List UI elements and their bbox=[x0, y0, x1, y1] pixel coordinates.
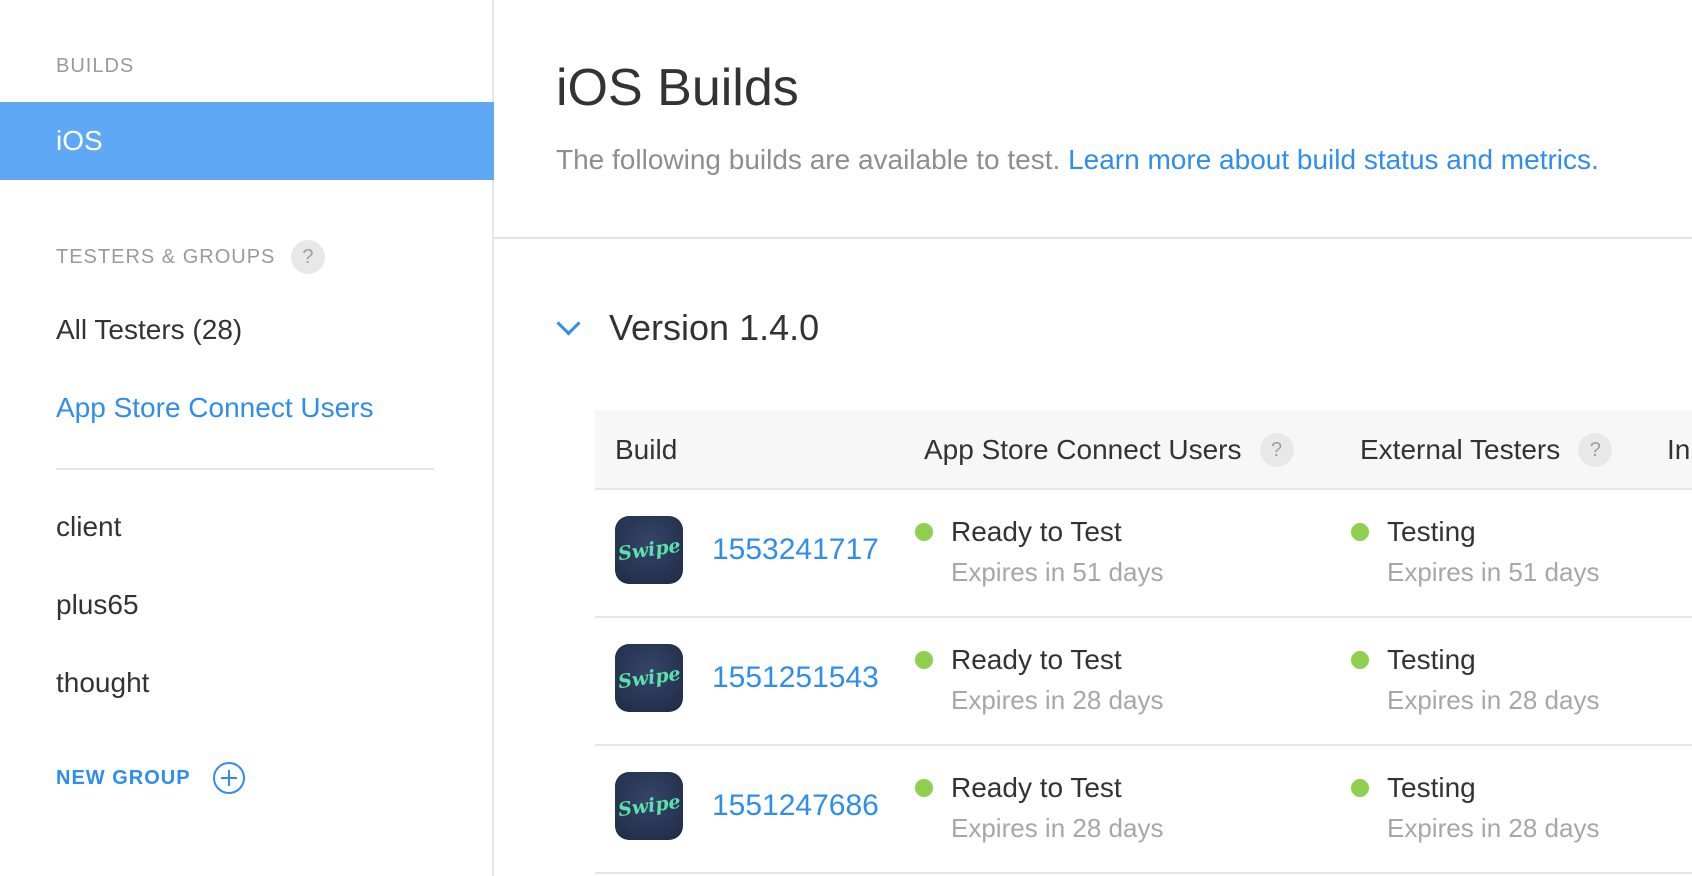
external-status: Testing Expires in 28 days bbox=[1351, 768, 1599, 848]
status-dot-icon bbox=[915, 779, 933, 797]
help-icon[interactable]: ? bbox=[1578, 433, 1613, 467]
table-row: Swipe 1551247686 Ready to Test Expires i… bbox=[595, 746, 1692, 874]
new-group-label: NEW GROUP bbox=[56, 766, 191, 789]
app-icon-text: Swipe bbox=[616, 790, 682, 822]
app-icon: Swipe bbox=[615, 772, 683, 840]
plus-circle-icon bbox=[212, 762, 245, 794]
app-icon: Swipe bbox=[615, 516, 683, 584]
column-header-external-testers: External Testers ? bbox=[1360, 410, 1613, 490]
external-status: Testing Expires in 28 days bbox=[1351, 640, 1599, 720]
subtitle-text: The following builds are available to te… bbox=[556, 144, 1069, 175]
internal-status: Ready to Test Expires in 28 days bbox=[915, 640, 1163, 720]
testers-groups-section: TESTERS & GROUPS ? bbox=[56, 240, 326, 274]
status-dot-icon bbox=[1351, 779, 1369, 797]
chevron-down-icon bbox=[556, 310, 581, 336]
status-dot-icon bbox=[915, 523, 933, 541]
column-header-external-label: External Testers bbox=[1360, 434, 1561, 465]
testers-groups-label: TESTERS & GROUPS bbox=[56, 246, 276, 268]
sidebar-item-group[interactable]: client bbox=[56, 509, 121, 545]
sidebar-item-group[interactable]: thought bbox=[56, 665, 149, 701]
status-dot-icon bbox=[1351, 523, 1369, 541]
status-text: Testing bbox=[1387, 772, 1476, 803]
status-text: Ready to Test bbox=[951, 644, 1122, 675]
version-toggle[interactable]: Version 1.4.0 bbox=[556, 306, 819, 350]
page-subtitle: The following builds are available to te… bbox=[556, 140, 1599, 180]
expiry-text: Expires in 28 days bbox=[1387, 685, 1600, 715]
version-label: Version 1.4.0 bbox=[609, 307, 820, 348]
new-group-button[interactable]: NEW GROUP bbox=[56, 760, 245, 796]
learn-more-link[interactable]: Learn more about build status and metric… bbox=[1068, 144, 1599, 175]
column-header-connect-users-label: App Store Connect Users bbox=[924, 434, 1242, 465]
external-status: Testing Expires in 51 days bbox=[1351, 512, 1599, 592]
build-number-link[interactable]: 1553241717 bbox=[712, 530, 879, 570]
status-text: Testing bbox=[1387, 644, 1476, 675]
status-text: Ready to Test bbox=[951, 772, 1122, 803]
status-dot-icon bbox=[915, 651, 933, 669]
column-header-truncated: In bbox=[1667, 434, 1691, 465]
help-icon[interactable]: ? bbox=[291, 240, 326, 274]
column-header-build: Build bbox=[615, 434, 678, 465]
table-row: Swipe 1553241717 Ready to Test Expires i… bbox=[595, 490, 1692, 618]
internal-status: Ready to Test Expires in 51 days bbox=[915, 512, 1163, 592]
sidebar-item-connect-users[interactable]: App Store Connect Users bbox=[56, 390, 374, 426]
app-icon: Swipe bbox=[615, 644, 683, 712]
expiry-text: Expires in 28 days bbox=[1387, 813, 1600, 843]
builds-table-header: Build App Store Connect Users ? External… bbox=[595, 410, 1692, 490]
table-row: Swipe 1551251543 Ready to Test Expires i… bbox=[595, 618, 1692, 746]
column-header-connect-users: App Store Connect Users ? bbox=[924, 410, 1294, 490]
page-title: iOS Builds bbox=[556, 59, 799, 117]
main-content: iOS Builds The following builds are avai… bbox=[494, 0, 1692, 876]
expiry-text: Expires in 28 days bbox=[951, 813, 1164, 843]
expiry-text: Expires in 51 days bbox=[1387, 557, 1600, 587]
app-icon-text: Swipe bbox=[616, 662, 682, 694]
app-icon-text: Swipe bbox=[616, 534, 682, 566]
build-number-link[interactable]: 1551247686 bbox=[712, 786, 879, 826]
help-icon[interactable]: ? bbox=[1259, 433, 1294, 467]
header-divider bbox=[494, 237, 1692, 239]
sidebar-item-ios[interactable]: iOS bbox=[0, 102, 494, 180]
status-text: Testing bbox=[1387, 516, 1476, 547]
build-number-link[interactable]: 1551251543 bbox=[712, 658, 879, 698]
expiry-text: Expires in 28 days bbox=[951, 685, 1164, 715]
sidebar-item-all-testers[interactable]: All Testers (28) bbox=[56, 312, 242, 348]
sidebar: BUILDS iOS TESTERS & GROUPS ? All Tester… bbox=[0, 0, 494, 876]
internal-status: Ready to Test Expires in 28 days bbox=[915, 768, 1163, 848]
sidebar-item-group[interactable]: plus65 bbox=[56, 587, 139, 623]
expiry-text: Expires in 51 days bbox=[951, 557, 1164, 587]
status-text: Ready to Test bbox=[951, 516, 1122, 547]
sidebar-divider bbox=[56, 468, 434, 470]
builds-section-label: BUILDS bbox=[56, 55, 135, 77]
status-dot-icon bbox=[1351, 651, 1369, 669]
